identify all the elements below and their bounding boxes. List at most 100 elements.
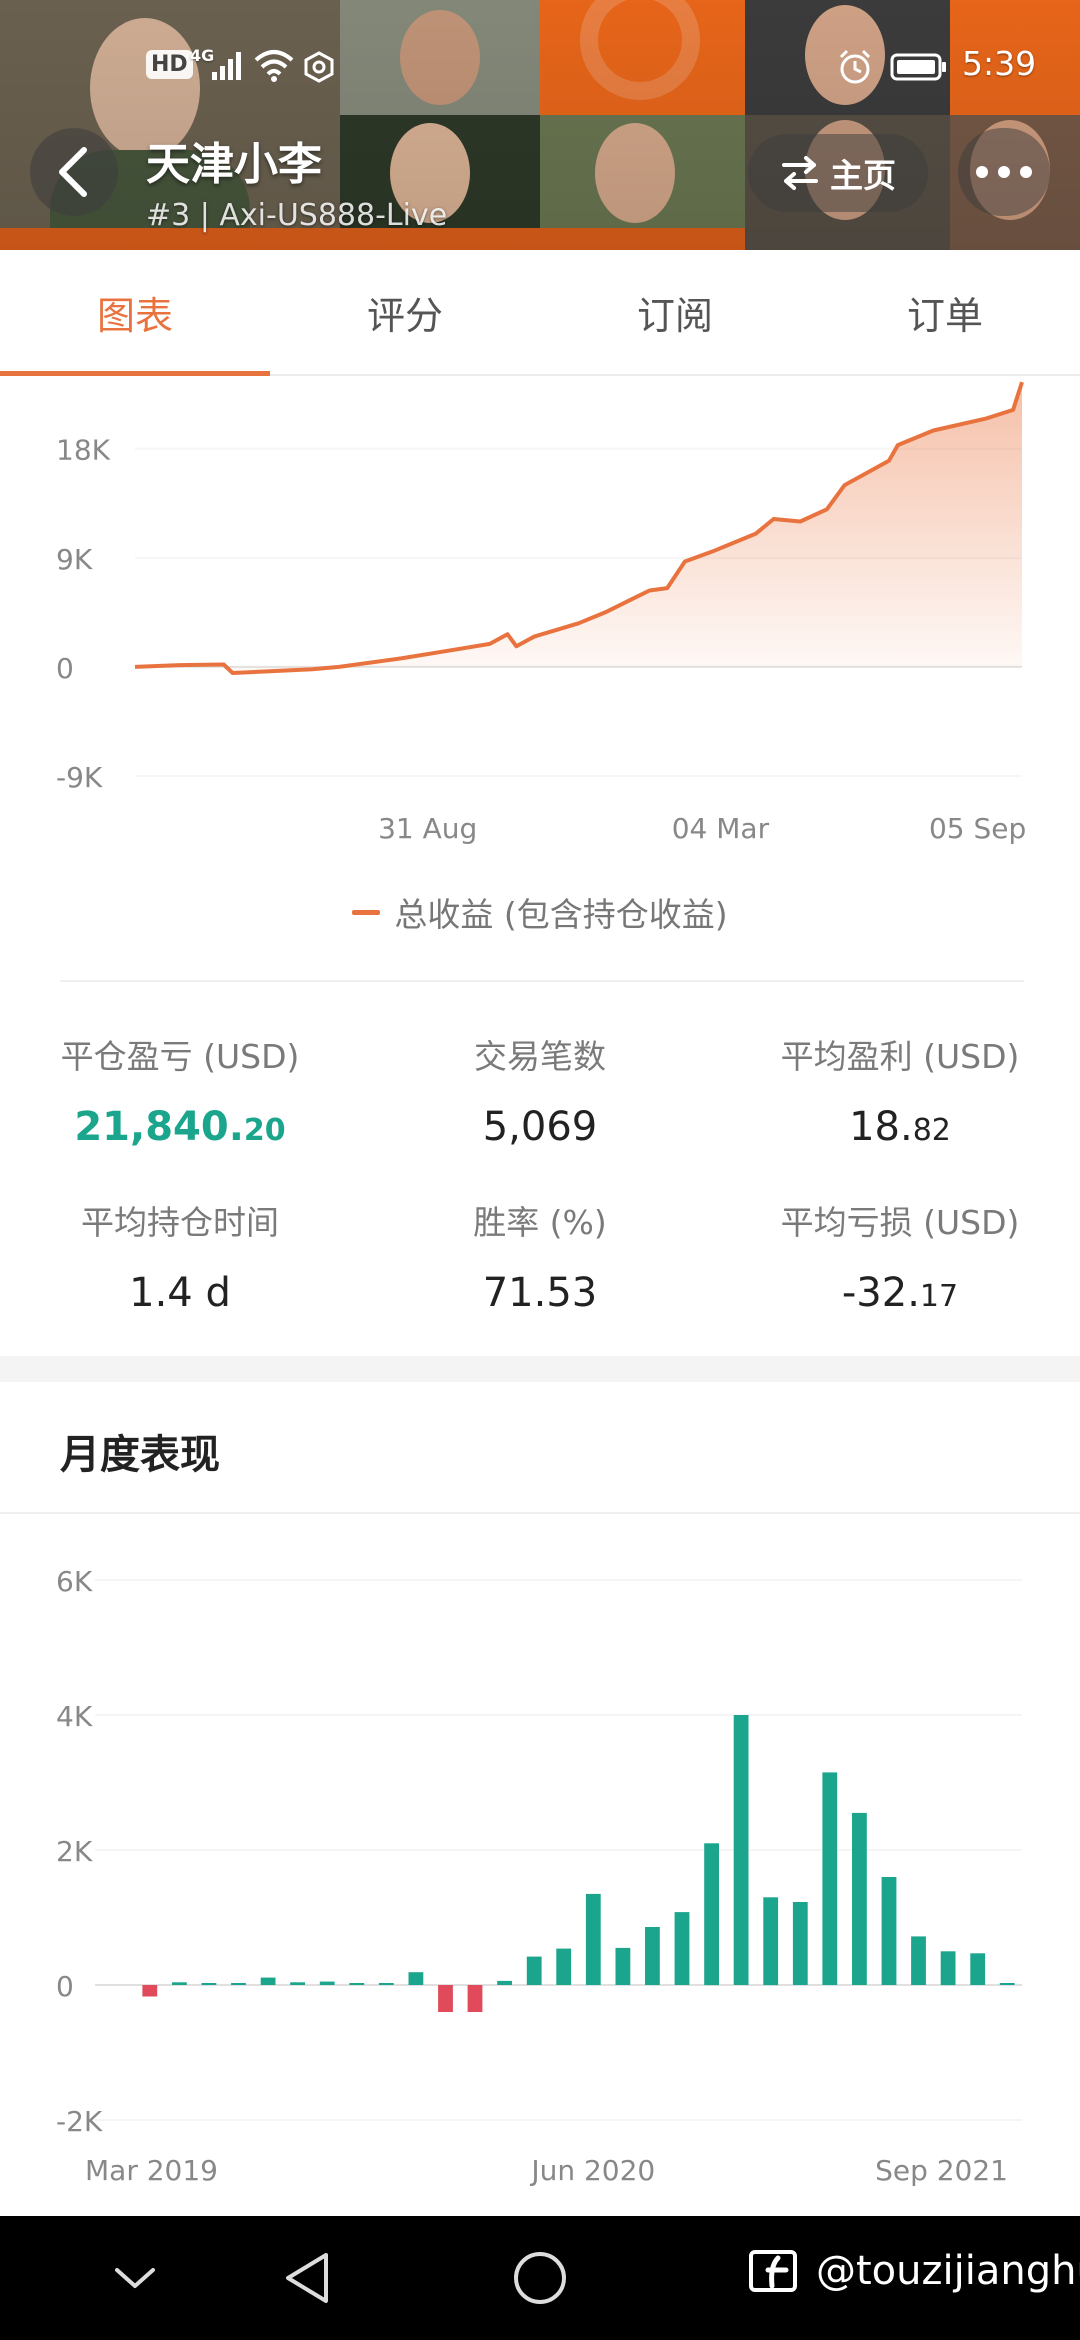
more-dots-icon: [976, 166, 1032, 178]
stat-value: 21,840.20: [74, 1104, 286, 1150]
month-bar: [763, 1897, 779, 1986]
stat-value: 71.53: [482, 1270, 598, 1316]
month-bar: [999, 1983, 1015, 1985]
month-bar: [674, 1912, 690, 1985]
stat-win-rate: 胜率 (%) 71.53: [360, 1196, 720, 1316]
x-tick-label: 31 Aug: [378, 812, 477, 845]
watermark: @touzijianghu: [748, 2246, 1080, 2296]
stat-label: 平仓盈亏 (USD): [60, 1037, 300, 1076]
signal-icon: [212, 52, 241, 80]
stat-avg-profit: 平均盈利 (USD) 18.82: [720, 1030, 1080, 1150]
month-bar: [260, 1977, 276, 1985]
month-bar: [201, 1983, 217, 1985]
total-profit-chart-svg: 18K 9K 0 -9K 31 Aug 04 Mar 05 Sep: [56, 381, 1026, 845]
wifi-icon: [254, 50, 294, 82]
x-tick-label: Jun 2020: [529, 2154, 655, 2187]
profit-area: [135, 382, 1022, 673]
more-options-button[interactable]: [958, 128, 1050, 216]
monthly-performance-title: 月度表现: [60, 1432, 220, 1478]
monthly-performance-chart: 6K 4K 2K 0 -2K Mar 2019 Jun 2020 Sep 2021: [0, 1520, 1080, 2220]
x-tick-label: Mar 2019: [85, 2154, 218, 2187]
y-tick-label: 0: [56, 652, 74, 685]
month-bar: [231, 1983, 246, 1985]
month-bar: [378, 1983, 394, 1985]
month-bar: [290, 1982, 305, 1985]
month-bar: [349, 1983, 365, 1985]
tab-orders[interactable]: 订单: [810, 250, 1080, 374]
tab-subscribe[interactable]: 订阅: [540, 250, 810, 374]
alarm-icon: [839, 49, 871, 84]
y-tick-label: -9K: [56, 761, 103, 794]
homepage-button[interactable]: 主页: [748, 134, 928, 212]
tab-bar: 图表 评分 订阅 订单: [0, 250, 1080, 376]
month-bar: [881, 1877, 897, 1985]
stat-value: 18.82: [849, 1104, 951, 1150]
y-tick-label: 2K: [56, 1835, 93, 1868]
nav-back-button[interactable]: [272, 2246, 342, 2310]
tab-rating[interactable]: 评分: [270, 250, 540, 374]
month-bar: [585, 1893, 601, 1985]
divider: [0, 1512, 1080, 1514]
y-tick-label: 18K: [56, 434, 111, 467]
month-bar: [319, 1981, 335, 1985]
x-tick-label: 04 Mar: [672, 812, 770, 845]
y-tick-label: -2K: [56, 2105, 103, 2138]
month-bar: [408, 1972, 424, 1985]
month-bar: [970, 1953, 986, 1985]
battery-icon: [890, 53, 946, 81]
stat-avg-hold-time: 平均持仓时间 1.4 d: [0, 1196, 360, 1316]
back-button[interactable]: [30, 128, 118, 216]
month-bar: [556, 1948, 572, 1985]
month-bar: [733, 1715, 749, 1985]
trader-name: 天津小李: [146, 139, 322, 190]
chart-legend: 总收益 (包含持仓收益): [0, 888, 1080, 936]
month-bar: [792, 1902, 808, 1985]
stat-value: -32.17: [841, 1270, 959, 1316]
x-tick-label: Sep 2021: [875, 2154, 1008, 2187]
stat-closed-pnl: 平仓盈亏 (USD) 21,840.20: [0, 1030, 360, 1150]
watermark-text: @touzijianghu: [816, 2248, 1080, 2294]
y-tick-label: 0: [56, 1970, 74, 2003]
stat-trade-count: 交易笔数 5,069: [360, 1030, 720, 1150]
month-bar: [940, 1951, 956, 1986]
tab-chart[interactable]: 图表: [0, 250, 270, 376]
month-bar: [172, 1982, 187, 1985]
circle-home-icon: [514, 2252, 566, 2304]
month-bar: [142, 1985, 158, 1997]
divider: [60, 980, 1024, 982]
chevron-left-icon: [59, 147, 87, 197]
x-tick-label: 05 Sep: [929, 812, 1026, 845]
y-tick-label: 9K: [56, 543, 93, 576]
stat-label: 胜率 (%): [473, 1203, 607, 1242]
weibo-logo-icon: [749, 2250, 797, 2292]
stat-value: 1.4 d: [129, 1270, 231, 1316]
stat-label: 交易笔数: [474, 1037, 606, 1076]
month-bar: [704, 1843, 719, 1986]
month-bar: [438, 1985, 453, 2012]
stats-grid: 平仓盈亏 (USD) 21,840.20 交易笔数 5,069 平均盈利 (US…: [0, 1010, 1080, 1340]
legend-swatch: [352, 909, 381, 915]
nav-collapse-button[interactable]: [100, 2246, 170, 2310]
stat-label: 平均持仓时间: [81, 1203, 279, 1242]
total-profit-chart: 18K 9K 0 -9K 31 Aug 04 Mar 05 Sep: [0, 376, 1080, 956]
nfc-icon: [304, 51, 334, 83]
section-separator: [0, 1356, 1080, 1382]
y-tick-label: 4K: [56, 1700, 93, 1733]
chevron-down-icon: [115, 2268, 155, 2288]
app-screen: HD 4G 5:39 天津小李 #3 | Axi-US888-Live 主页 图…: [0, 0, 1080, 2340]
month-bar: [615, 1947, 631, 1985]
nav-home-button[interactable]: [505, 2246, 575, 2310]
month-bar: [911, 1936, 926, 1985]
trader-account-info: #3 | Axi-US888-Live: [146, 198, 448, 233]
month-bar: [822, 1772, 838, 1985]
stat-label: 平均盈利 (USD): [780, 1037, 1020, 1076]
month-bar: [852, 1812, 867, 1985]
homepage-label: 主页: [830, 156, 896, 195]
month-bar: [645, 1927, 660, 1985]
hd-badge: HD: [146, 50, 193, 79]
profile-header: HD 4G 5:39 天津小李 #3 | Axi-US888-Live 主页: [0, 0, 1080, 250]
month-bar: [497, 1980, 512, 1985]
stat-avg-loss: 平均亏损 (USD) -32.17: [720, 1196, 1080, 1316]
monthly-performance-chart-svg: 6K 4K 2K 0 -2K Mar 2019 Jun 2020 Sep 2021: [56, 1565, 1022, 2187]
month-bar: [467, 1985, 483, 2012]
